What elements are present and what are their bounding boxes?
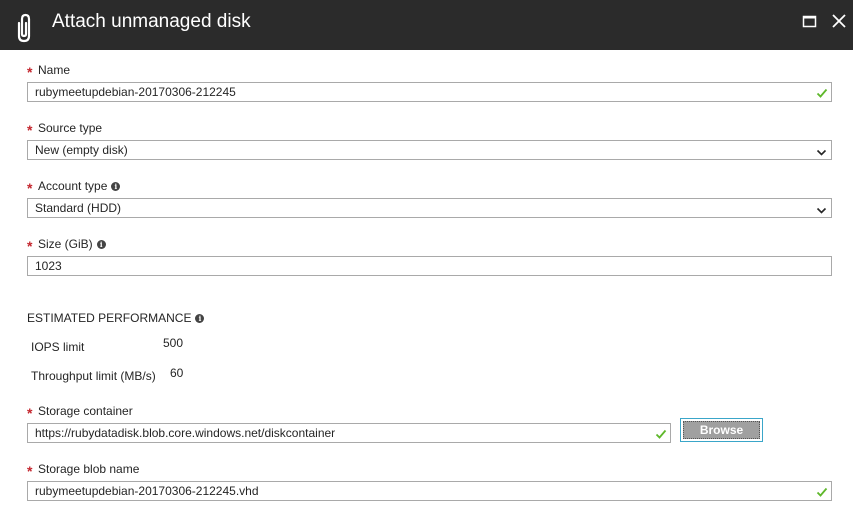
blade-title: Attach unmanaged disk [52, 11, 251, 32]
close-icon[interactable] [829, 11, 849, 31]
required-marker: * [27, 64, 33, 80]
chevron-down-icon [816, 203, 827, 214]
account-type-label: Account type i [38, 179, 121, 193]
check-icon [816, 86, 828, 98]
throughput-limit-value: 60 [170, 366, 184, 380]
name-field[interactable] [27, 82, 832, 102]
required-marker: * [27, 180, 33, 196]
storage-blob-name-input[interactable] [35, 482, 808, 500]
info-icon[interactable]: i [96, 240, 106, 249]
size-label: Size (GiB) i [38, 237, 106, 251]
required-marker: * [27, 238, 33, 254]
storage-container-field[interactable] [27, 423, 671, 443]
info-icon[interactable]: i [111, 182, 121, 191]
account-type-select[interactable]: Standard (HDD) [27, 198, 832, 218]
required-marker: * [27, 405, 33, 421]
source-type-select[interactable]: New (empty disk) [27, 140, 832, 160]
chevron-down-icon [816, 145, 827, 156]
required-marker: * [27, 463, 33, 479]
storage-blob-name-label: Storage blob name [38, 462, 140, 476]
account-type-value: Standard (HDD) [35, 201, 122, 215]
maximize-icon[interactable] [800, 11, 820, 31]
browse-button[interactable]: Browse [680, 418, 763, 442]
throughput-limit-label: Throughput limit (MB/s) [31, 369, 156, 383]
info-icon[interactable]: i [195, 314, 205, 323]
name-label: Name [38, 63, 71, 77]
required-marker: * [27, 122, 33, 138]
attach-unmanaged-disk-blade: Attach unmanaged disk * Name * Source ty… [0, 0, 853, 523]
name-input[interactable] [35, 83, 808, 101]
storage-blob-name-field[interactable] [27, 481, 832, 501]
check-icon [655, 427, 667, 439]
size-field[interactable] [27, 256, 832, 276]
source-type-value: New (empty disk) [35, 143, 128, 157]
storage-container-input[interactable] [35, 424, 647, 442]
blade-header: Attach unmanaged disk [0, 0, 853, 50]
iops-limit-label: IOPS limit [31, 340, 85, 354]
iops-limit-value: 500 [163, 336, 184, 350]
browse-button-label: Browse [683, 421, 760, 439]
size-input[interactable] [35, 257, 808, 275]
check-icon [816, 485, 828, 497]
paperclip-icon [10, 10, 40, 44]
source-type-label: Source type [38, 121, 103, 135]
storage-container-label: Storage container [38, 404, 133, 418]
estimated-performance-title: ESTIMATED PERFORMANCE i [27, 311, 205, 325]
